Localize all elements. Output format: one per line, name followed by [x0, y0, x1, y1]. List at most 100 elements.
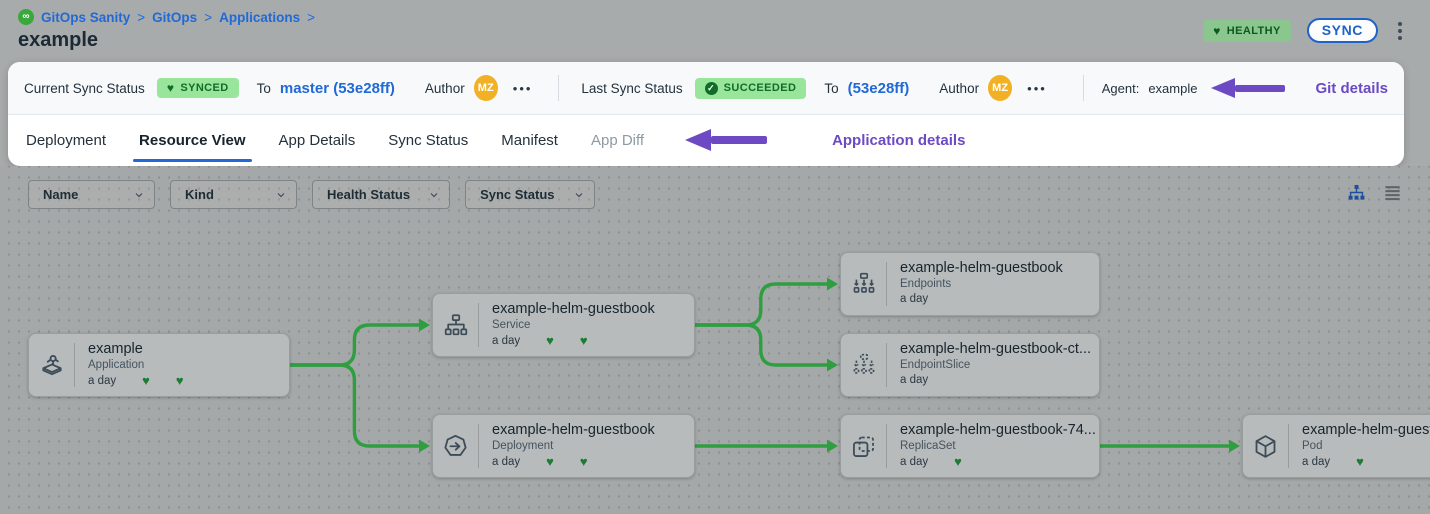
sync-status-bar: Current Sync Status ♥ SYNCED To master (…	[8, 62, 1404, 115]
sync-button[interactable]: SYNC	[1307, 18, 1378, 43]
kind-filter-dropdown[interactable]: Kind	[170, 180, 297, 209]
resource-node-service[interactable]: example-helm-guestbook Service a day ♥ ♥	[432, 293, 695, 357]
node-kind: Pod	[1302, 440, 1430, 452]
node-title: example-helm-guestbook-ct...	[900, 341, 1099, 357]
breadcrumb-gitops-sanity[interactable]: GitOps Sanity	[41, 10, 130, 25]
kebab-menu-icon[interactable]	[1394, 20, 1406, 42]
synced-badge: ♥ SYNCED	[157, 78, 239, 98]
author-label: Author	[425, 81, 465, 96]
app-details-card: Current Sync Status ♥ SYNCED To master (…	[8, 62, 1404, 166]
node-kind: Endpoints	[900, 278, 1099, 290]
name-filter-dropdown[interactable]: Name	[28, 180, 155, 209]
healthy-heart-icon: ♥	[176, 374, 184, 387]
node-kind: ReplicaSet	[900, 440, 1099, 452]
service-icon	[443, 312, 469, 338]
current-revision-link[interactable]: master (53e28ff)	[280, 80, 395, 97]
resource-node-endpoints[interactable]: example-helm-guestbook Endpoints a day	[840, 252, 1100, 316]
chevron-down-icon	[428, 189, 440, 201]
heart-icon: ♥	[167, 82, 175, 94]
last-revision-link[interactable]: (53e28ff)	[848, 80, 910, 97]
application-icon	[39, 352, 65, 378]
node-age: a day	[900, 456, 928, 468]
healthy-heart-icon: ♥	[580, 455, 588, 468]
healthy-heart-icon: ♥	[580, 334, 588, 347]
endpoints-icon	[851, 271, 877, 297]
annotation-arrow-left-icon	[1211, 78, 1285, 98]
node-title: example	[88, 341, 289, 357]
tree-view-icon[interactable]	[1347, 183, 1366, 202]
breadcrumb-separator: >	[307, 10, 315, 25]
current-sync-status-label: Current Sync Status	[24, 81, 145, 96]
healthy-heart-icon: ♥	[954, 455, 962, 468]
health-status-badge: ♥ HEALTHY	[1203, 20, 1290, 42]
breadcrumb-separator: >	[204, 10, 212, 25]
resource-node-endpointslice[interactable]: example-helm-guestbook-ct... EndpointSlic…	[840, 333, 1100, 397]
healthy-heart-icon: ♥	[546, 334, 554, 347]
chevron-down-icon	[133, 189, 145, 201]
last-sync-status-label: Last Sync Status	[581, 81, 682, 96]
breadcrumb-applications[interactable]: Applications	[219, 10, 300, 25]
divider	[558, 75, 559, 101]
node-title: example-helm-guestbook-74...	[900, 422, 1099, 438]
healthy-heart-icon: ♥	[142, 374, 150, 387]
tab-bar: Deployment Resource View App Details Syn…	[8, 115, 1404, 165]
agent-label: Agent:	[1102, 81, 1140, 96]
resource-node-deployment[interactable]: example-helm-guestbookDeploymenta day♥♥	[432, 414, 695, 478]
health-badge-label: HEALTHY	[1227, 25, 1281, 37]
resource-node-replicaset[interactable]: example-helm-guestbook-74... ReplicaSet a …	[840, 414, 1100, 478]
node-kind: Deployment	[492, 440, 694, 452]
succeeded-badge-label: SUCCEEDED	[724, 82, 797, 94]
tab-deployment[interactable]: Deployment	[26, 115, 106, 165]
node-age: a day	[900, 293, 928, 305]
succeeded-badge: ✓ SUCCEEDED	[695, 78, 807, 99]
author-avatar: MZ	[988, 75, 1012, 101]
author-avatar: MZ	[474, 75, 498, 101]
pod-icon	[1252, 433, 1279, 460]
sync-status-filter-dropdown[interactable]: Sync Status	[465, 180, 594, 209]
node-title: example-helm-guestbook	[900, 260, 1099, 276]
check-circle-icon: ✓	[705, 82, 718, 95]
chevron-down-icon	[573, 189, 585, 201]
heart-icon: ♥	[1213, 25, 1221, 37]
resource-graph-canvas[interactable]: Name Kind Health Status Sync Status	[0, 166, 1430, 514]
tab-app-diff[interactable]: App Diff	[591, 115, 644, 165]
resource-node-pod[interactable]: example-helm-guestbook Pod a day ♥	[1242, 414, 1430, 478]
breadcrumb-gitops[interactable]: GitOps	[152, 10, 197, 25]
node-title: example-helm-guestbook	[1302, 422, 1430, 438]
gitops-logo-icon: ∞	[18, 9, 34, 25]
health-status-filter-dropdown[interactable]: Health Status	[312, 180, 450, 209]
node-title: example-helm-guestbook	[492, 301, 694, 317]
node-age: a day	[900, 374, 928, 386]
node-kind: Application	[88, 359, 289, 371]
healthy-heart-icon: ♥	[546, 455, 554, 468]
to-label: To	[257, 81, 271, 96]
tab-sync-status[interactable]: Sync Status	[388, 115, 468, 165]
endpointslice-icon	[851, 352, 877, 378]
healthy-heart-icon: ♥	[1356, 455, 1364, 468]
node-title: example-helm-guestbook	[492, 422, 694, 438]
last-sync-more-button[interactable]: •••	[1027, 81, 1047, 96]
chevron-down-icon	[275, 189, 287, 201]
tab-manifest[interactable]: Manifest	[501, 115, 558, 165]
current-sync-more-button[interactable]: •••	[513, 81, 533, 96]
resource-node-application[interactable]: example Application a day ♥ ♥	[28, 333, 290, 397]
node-age: a day	[1302, 456, 1330, 468]
agent-value: example	[1148, 81, 1197, 96]
list-view-icon[interactable]	[1383, 183, 1402, 202]
deployment-icon	[442, 433, 469, 460]
page-header: ∞ GitOps Sanity > GitOps > Applications …	[0, 0, 1430, 62]
replicaset-icon	[850, 433, 877, 460]
tab-app-details[interactable]: App Details	[279, 115, 356, 165]
node-age: a day	[492, 335, 520, 347]
git-details-annotation: Git details	[1315, 80, 1388, 97]
filter-bar: Name Kind Health Status Sync Status	[28, 180, 595, 209]
annotation-arrow-left-icon	[685, 129, 767, 151]
synced-badge-label: SYNCED	[180, 82, 228, 94]
breadcrumb-separator: >	[137, 10, 145, 25]
tab-resource-view[interactable]: Resource View	[139, 115, 245, 165]
divider	[1083, 75, 1084, 101]
node-kind: Service	[492, 319, 694, 331]
application-details-annotation: Application details	[832, 132, 965, 149]
node-kind: EndpointSlice	[900, 359, 1099, 371]
node-age: a day	[88, 375, 116, 387]
